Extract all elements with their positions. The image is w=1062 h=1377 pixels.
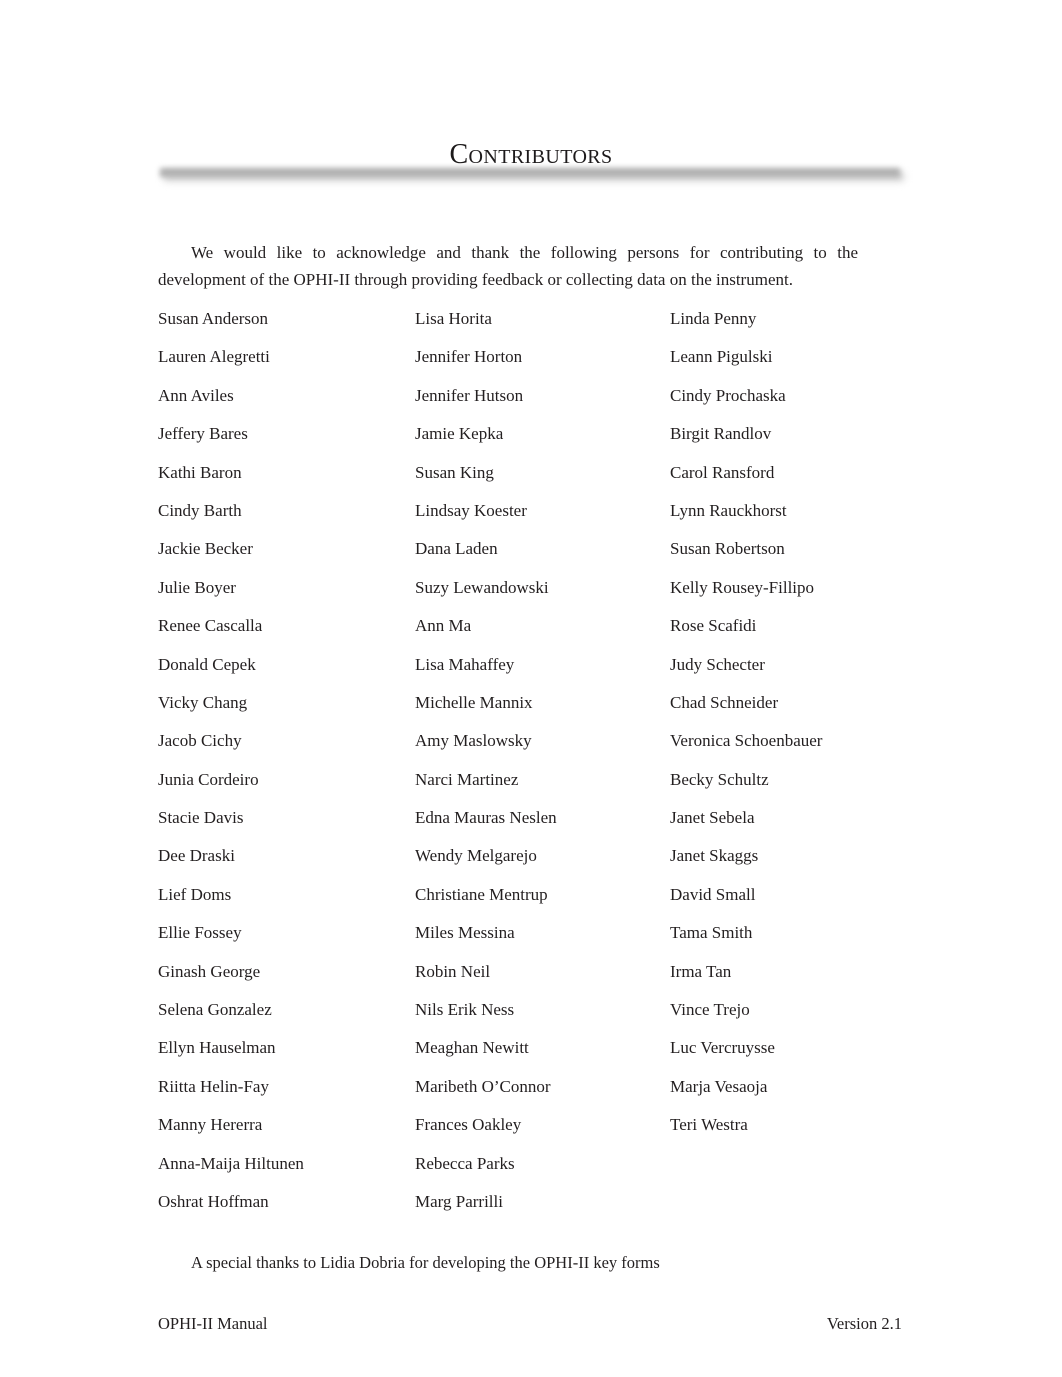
contributor-name: Riitta Helin-Fay [158, 1076, 269, 1096]
contributor-name: Kathi Baron [158, 462, 242, 482]
contributor-name: Maribeth O’Connor [415, 1076, 551, 1096]
contributor-name: Jackie Becker [158, 539, 253, 559]
contributor-name: Manny Hererra [158, 1115, 263, 1135]
contributor-name: Wendy Melgarejo [415, 846, 537, 866]
contributor-name: Carol Ransford [670, 462, 775, 482]
contributor-name: Chad Schneider [670, 692, 779, 712]
contributor-name: Ann Ma [415, 616, 472, 636]
contributor-name: Teri Westra [670, 1115, 748, 1135]
contributor-name: Vince Trejo [670, 1000, 750, 1020]
contributor-name: Kelly Rousey-Fillipo [670, 577, 815, 597]
intro-paragraph: We would like to acknowledge and thank t… [158, 243, 858, 289]
contributor-name: Narci Martinez [415, 769, 519, 789]
contributor-name: David Small [670, 884, 756, 904]
contributor-name: Julie Boyer [158, 577, 236, 597]
contributor-name: Anna-Maija Hiltunen [158, 1153, 304, 1173]
contributor-name: Becky Schultz [670, 769, 769, 789]
contributor-name: Susan Robertson [670, 539, 785, 559]
contributor-name: Marja Vesaoja [670, 1076, 768, 1096]
document-page: Contributors We would like to acknowledg… [0, 0, 1062, 1377]
contributor-name: Ellie Fossey [158, 923, 242, 943]
contributor-name: Birgit Randlov [670, 424, 772, 444]
contributor-name: Rose Scafidi [670, 616, 757, 636]
special-thanks-note: A special thanks to Lidia Dobria for dev… [191, 1252, 660, 1272]
contributor-name: Janet Skaggs [670, 846, 759, 866]
contributor-name: Edna Mauras Neslen [415, 808, 557, 828]
contributor-name: Suzy Lewandowski [415, 577, 549, 597]
contributor-name: Dee Draski [158, 846, 235, 866]
contributors-column-3: Linda Penny Leann Pigulski Cindy Prochaska… [670, 300, 918, 1145]
contributor-name: Susan Anderson [158, 309, 269, 328]
contributor-name: Luc Vercruysse [670, 1038, 775, 1058]
contributor-name: Dana Laden [415, 539, 498, 559]
contributor-name: Frances Oakley [415, 1115, 522, 1135]
contributor-name: Junia Cordeiro [158, 769, 259, 789]
contributor-name: Ann Aviles [158, 385, 234, 405]
contributor-name: Amy Maslowsky [415, 731, 532, 751]
contributor-name: Rebecca Parks [415, 1153, 515, 1173]
contributor-name: Lisa Horita [415, 309, 492, 328]
contributor-name: Oshrat Hoffman [158, 1191, 269, 1211]
contributor-name: Jacob Cichy [158, 731, 242, 751]
contributors-list: Susan Anderson Lauren Alegretti Ann Aviles… [158, 300, 918, 1221]
contributor-name: Linda Penny [670, 309, 757, 328]
contributor-name: Lief Doms [158, 884, 232, 904]
contributor-name: Jennifer Hutson [415, 385, 524, 405]
contributor-name: Stacie Davis [158, 808, 244, 828]
contributor-name: Ellyn Hauselman [158, 1038, 276, 1058]
contributor-name: Renee Cascalla [158, 616, 263, 636]
contributor-name: Jamie Kepka [415, 424, 504, 444]
contributor-name: Lisa Mahaffey [415, 654, 515, 674]
contributor-name: Ginash George [158, 961, 261, 981]
contributor-name: Tama Smith [670, 923, 753, 943]
contributor-name: Judy Schecter [670, 654, 765, 674]
contributor-name: Lauren Alegretti [158, 347, 270, 367]
contributor-name: Nils Erik Ness [415, 1000, 515, 1020]
contributor-name: Janet Sebela [670, 808, 755, 828]
contributor-name: Leann Pigulski [670, 347, 773, 367]
contributor-name: Cindy Prochaska [670, 385, 786, 405]
contributor-name: Cindy Barth [158, 500, 242, 520]
contributor-name: Veronica Schoenbauer [670, 731, 823, 751]
contributor-name: Lynn Rauckhorst [670, 500, 787, 520]
contributor-name: Christiane Mentrup [415, 884, 548, 904]
contributor-name: Lindsay Koester [415, 500, 527, 520]
contributor-name: Michelle Mannix [415, 692, 533, 712]
contributor-name: Jeffery Bares [158, 424, 248, 444]
contributor-name: Jennifer Horton [415, 347, 523, 367]
contributor-name: Marg Parrilli [415, 1191, 503, 1211]
contributor-name: Irma Tan [670, 961, 732, 981]
contributors-column-1: Susan Anderson Lauren Alegretti Ann Aviles… [158, 300, 415, 1221]
contributor-name: Robin Neil [415, 961, 491, 981]
title-divider [152, 160, 908, 186]
contributor-name: Susan King [415, 462, 494, 482]
contributor-name: Selena Gonzalez [158, 1000, 272, 1020]
contributor-name: Meaghan Newitt [415, 1038, 529, 1058]
footer-version: Version 2.1 [826, 1314, 902, 1333]
title-divider-bar [160, 168, 900, 177]
contributors-column-2: Lisa Horita Jennifer Horton Jennifer Hutso… [415, 300, 670, 1221]
contributor-name: Miles Messina [415, 923, 515, 943]
contributor-name: Vicky Chang [158, 692, 248, 712]
contributor-name: Donald Cepek [158, 654, 256, 674]
page-footer: OPHI-II Manual Version 2.1 [158, 1314, 902, 1334]
footer-document-title: OPHI-II Manual [158, 1314, 268, 1333]
